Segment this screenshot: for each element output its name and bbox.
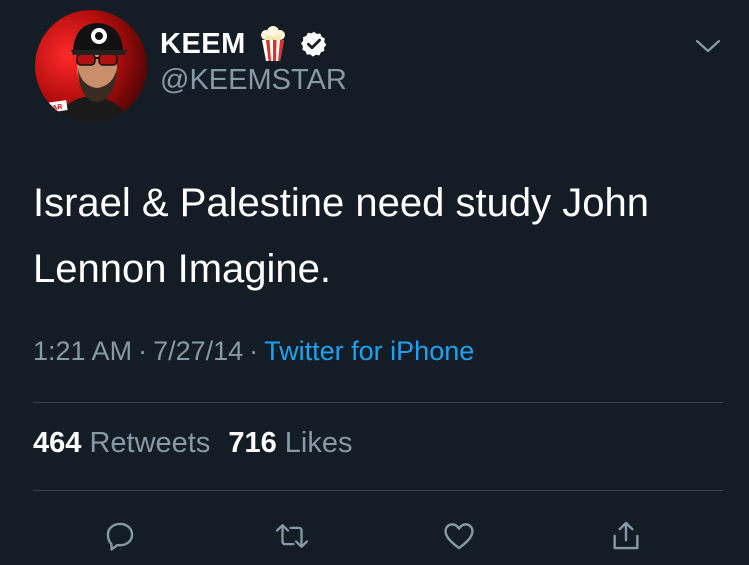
user-handle[interactable]: @KEEMSTAR bbox=[160, 64, 347, 97]
retweets-label: Retweets bbox=[89, 427, 211, 459]
like-button[interactable] bbox=[437, 514, 481, 558]
likes-stat[interactable]: 716 Likes bbox=[228, 427, 352, 459]
likes-label: Likes bbox=[284, 427, 353, 459]
retweet-button[interactable] bbox=[270, 514, 314, 558]
tweet-stats: 464 Retweets 716 Likes bbox=[33, 427, 353, 460]
popcorn-icon bbox=[258, 26, 288, 62]
avatar-image: STAR bbox=[35, 10, 147, 122]
tweet-text-line: Israel & Palestine need study John bbox=[33, 181, 649, 225]
meta-separator: · bbox=[138, 336, 148, 366]
meta-separator: · bbox=[249, 336, 259, 366]
chevron-down-icon[interactable] bbox=[694, 36, 722, 56]
tweet-text-line: Lennon Imagine. bbox=[33, 247, 332, 291]
likes-count: 716 bbox=[228, 427, 277, 459]
retweets-stat[interactable]: 464 Retweets bbox=[33, 427, 210, 459]
reply-button[interactable] bbox=[98, 514, 142, 558]
tweet-source-link[interactable]: Twitter for iPhone bbox=[264, 336, 474, 366]
avatar[interactable]: STAR bbox=[35, 10, 147, 122]
divider bbox=[33, 402, 723, 403]
tweet-card: STAR KEEM @KEEMSTAR Israel & Palestine n… bbox=[0, 0, 749, 565]
retweets-count: 464 bbox=[33, 427, 82, 459]
tweet-meta: 1:21 AM · 7/27/14 · Twitter for iPhone bbox=[33, 336, 474, 367]
heart-icon bbox=[444, 523, 474, 550]
tweet-text: Israel & Palestine need study John Lenno… bbox=[33, 170, 713, 302]
tweet-date: 7/27/14 bbox=[153, 336, 244, 366]
share-icon bbox=[613, 521, 639, 550]
reply-icon bbox=[106, 522, 134, 551]
retweet-icon bbox=[275, 523, 309, 549]
verified-badge-icon bbox=[300, 30, 328, 58]
display-name[interactable]: KEEM bbox=[160, 28, 246, 61]
tweet-time: 1:21 AM bbox=[33, 336, 133, 366]
divider bbox=[33, 490, 723, 491]
author-name-row: KEEM bbox=[160, 22, 328, 66]
share-button[interactable] bbox=[604, 514, 648, 558]
